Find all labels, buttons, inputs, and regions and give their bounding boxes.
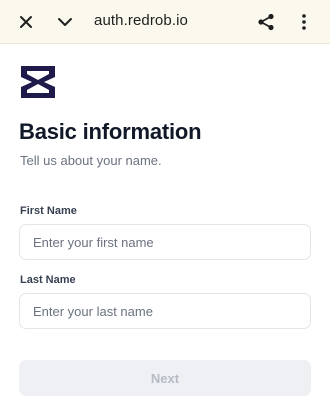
first-name-input[interactable] [19, 224, 311, 260]
share-icon[interactable] [254, 0, 278, 44]
url-text[interactable]: auth.redrob.io [94, 12, 188, 29]
page-subtitle: Tell us about your name. [20, 153, 162, 168]
next-button[interactable]: Next [19, 360, 311, 396]
page-title: Basic information [19, 119, 202, 144]
more-vert-icon[interactable] [294, 0, 314, 44]
first-name-label: First Name [20, 205, 77, 217]
browser-toolbar: auth.redrob.io [0, 0, 330, 44]
last-name-input[interactable] [19, 293, 311, 329]
chevron-down-icon[interactable] [53, 0, 77, 44]
redrob-logo-icon [19, 64, 57, 100]
last-name-label: Last Name [20, 274, 76, 286]
close-icon[interactable] [14, 0, 38, 44]
